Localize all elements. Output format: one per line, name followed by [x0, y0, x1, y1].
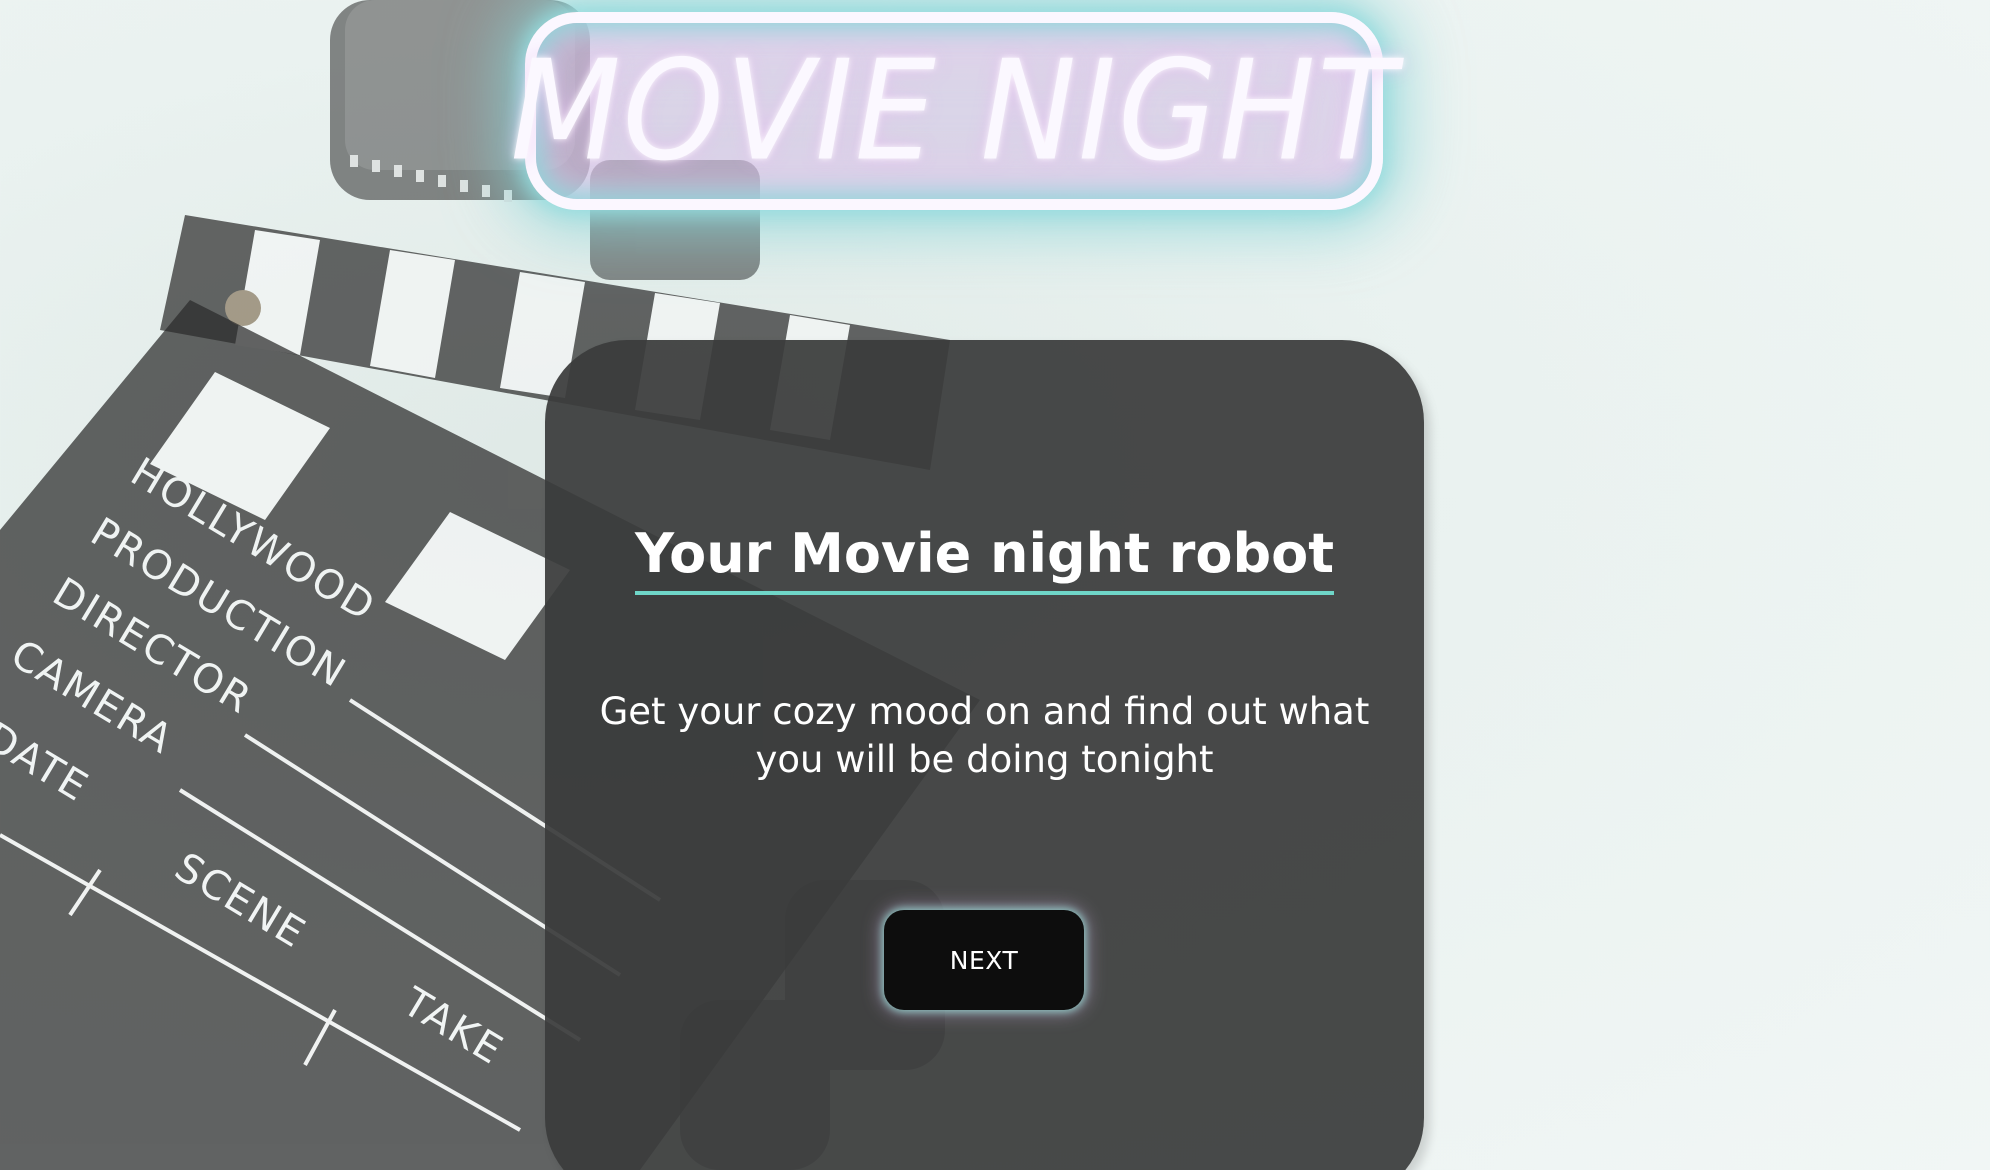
svg-text:DIRECTOR: DIRECTOR [45, 569, 260, 723]
svg-text:HOLLYWOOD: HOLLYWOOD [123, 449, 384, 631]
page-title: MOVIE NIGHT [510, 30, 1398, 192]
svg-text:PRODUCTION: PRODUCTION [83, 509, 354, 697]
svg-text:SCENE: SCENE [167, 844, 314, 957]
card-description: Get your cozy mood on and find out what … [599, 690, 1370, 781]
svg-text:DATE: DATE [0, 714, 97, 811]
intro-card: Your Movie night robot Get your cozy moo… [545, 340, 1424, 1170]
card-heading: Your Movie night robot [545, 522, 1424, 596]
neon-title-sign: MOVIE NIGHT [510, 12, 1396, 210]
next-button[interactable]: NEXT [884, 910, 1084, 1010]
svg-text:CAMERA: CAMERA [3, 631, 182, 763]
card-title: Your Movie night robot [634, 522, 1335, 596]
svg-text:TAKE: TAKE [394, 979, 511, 1075]
